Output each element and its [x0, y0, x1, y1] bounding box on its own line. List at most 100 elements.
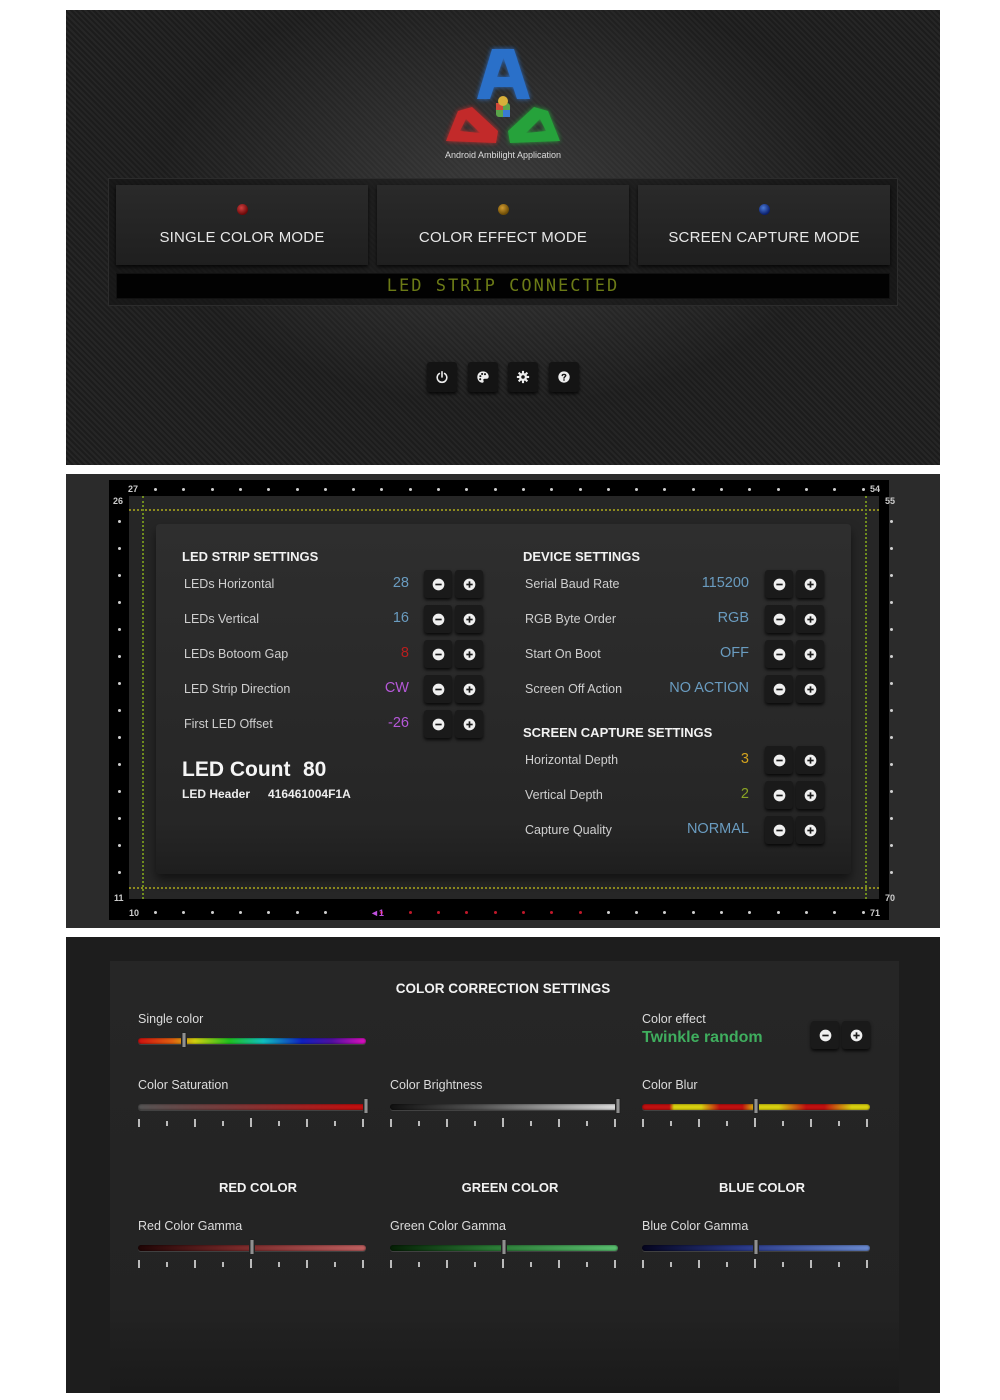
plus-circle-icon [804, 648, 816, 660]
capture-quality-increment-button[interactable] [796, 816, 824, 844]
device-settings-title: DEVICE SETTINGS [523, 549, 641, 564]
minus-circle-icon [432, 718, 444, 730]
serial-baud-rate-increment-button[interactable] [796, 570, 824, 598]
horizontal-depth-increment-button[interactable] [796, 746, 824, 774]
start-on-boot-increment-button[interactable] [796, 640, 824, 668]
leds-vertical-value: 16 [392, 610, 409, 626]
power-button[interactable] [427, 362, 457, 392]
tick-mark [698, 1119, 700, 1127]
leds-horizontal-increment-button[interactable] [455, 570, 483, 598]
blue-color-title: BLUE COLOR [719, 1180, 805, 1195]
red-gamma-slider[interactable] [138, 1239, 366, 1255]
tick-mark [166, 1262, 168, 1267]
capture-guide-top [129, 509, 879, 511]
plus-circle-icon [804, 613, 816, 625]
color-brightness-slider[interactable] [390, 1098, 621, 1114]
tick-mark [222, 1121, 224, 1126]
led-dot [720, 911, 723, 914]
first-led-offset-decrement-button[interactable] [424, 710, 452, 738]
vertical-depth-increment-button[interactable] [796, 781, 824, 809]
tick-mark [362, 1119, 364, 1127]
led-index-label: 10 [129, 908, 140, 918]
serial-baud-rate-decrement-button[interactable] [765, 570, 793, 598]
slider-thumb[interactable] [180, 1032, 187, 1048]
tick-mark [334, 1121, 336, 1126]
color-effect-decrement-button[interactable] [811, 1021, 839, 1049]
leds-botoom-gap-label: LEDs Botoom Gap [184, 647, 289, 661]
led-strip-direction-increment-button[interactable] [455, 675, 483, 703]
tick-mark [754, 1259, 756, 1268]
horizontal-depth-decrement-button[interactable] [765, 746, 793, 774]
led-strip-direction-decrement-button[interactable] [424, 675, 452, 703]
slider-thumb[interactable] [753, 1098, 759, 1114]
leds-horizontal-decrement-button[interactable] [424, 570, 452, 598]
tick-mark [782, 1121, 784, 1126]
minus-circle-icon [773, 824, 785, 836]
start-on-boot-label: Start On Boot [525, 647, 601, 661]
slider-thumb[interactable] [753, 1239, 759, 1255]
plus-circle-icon [804, 578, 816, 590]
led-dot [606, 488, 610, 491]
red-led-indicator [237, 204, 248, 215]
led-dot [118, 709, 121, 712]
tick-mark [614, 1260, 616, 1268]
slider-thumb[interactable] [249, 1239, 255, 1255]
led-dot [691, 911, 695, 914]
tick-mark [502, 1118, 504, 1127]
single-color-slider[interactable] [138, 1032, 366, 1048]
led-strip-direction-value: CW [384, 680, 409, 696]
tick-mark [810, 1260, 812, 1268]
color-effect-mode-button[interactable]: COLOR EFFECT MODE [377, 185, 629, 265]
led-dot [118, 628, 121, 631]
led-dot [118, 790, 121, 793]
vertical-depth-decrement-button[interactable] [765, 781, 793, 809]
color-effect-increment-button[interactable] [842, 1021, 870, 1049]
color-palette-button[interactable] [468, 362, 498, 392]
slider-thumb[interactable] [615, 1098, 621, 1114]
tick-mark [670, 1121, 672, 1126]
leds-vertical-decrement-button[interactable] [424, 605, 452, 633]
mode-label: COLOR EFFECT MODE [418, 229, 588, 246]
screen-capture-mode-button[interactable]: SCREEN CAPTURE MODE [638, 185, 890, 265]
help-button[interactable] [549, 362, 579, 392]
green-gamma-slider[interactable] [390, 1239, 618, 1255]
led-dot [154, 488, 157, 491]
settings-button[interactable] [508, 362, 538, 392]
led-dot [776, 911, 780, 914]
capture-quality-decrement-button[interactable] [765, 816, 793, 844]
rgb-byte-order-decrement-button[interactable] [765, 605, 793, 633]
slider-ticks [642, 1118, 870, 1130]
tick-mark [418, 1262, 420, 1267]
tick-mark [390, 1260, 392, 1268]
blue-gamma-slider[interactable] [642, 1239, 870, 1255]
leds-botoom-gap-increment-button[interactable] [455, 640, 483, 668]
screen-off-action-increment-button[interactable] [796, 675, 824, 703]
leds-vertical-increment-button[interactable] [455, 605, 483, 633]
led-dot [890, 601, 893, 604]
plus-circle-icon [804, 824, 816, 836]
plus-circle-icon [463, 578, 475, 590]
leds-vertical-label: LEDs Vertical [184, 612, 260, 626]
tick-mark [222, 1262, 224, 1267]
led-dot [493, 488, 497, 491]
tick-mark [586, 1262, 588, 1267]
led-dot [890, 871, 893, 874]
tick-mark [502, 1259, 504, 1268]
led-dot [890, 682, 893, 685]
tick-mark [194, 1260, 196, 1268]
single-color-mode-button[interactable]: SINGLE COLOR MODE [116, 185, 368, 265]
power-icon [436, 370, 448, 384]
led-dot [861, 488, 865, 491]
blue-gamma-label: Blue Color Gamma [642, 1219, 749, 1233]
led-index-label: 71 [870, 908, 881, 918]
color-saturation-slider[interactable] [138, 1098, 369, 1114]
screen-off-action-decrement-button[interactable] [765, 675, 793, 703]
slider-thumb[interactable] [363, 1098, 369, 1114]
first-led-offset-increment-button[interactable] [455, 710, 483, 738]
leds-botoom-gap-decrement-button[interactable] [424, 640, 452, 668]
rgb-byte-order-increment-button[interactable] [796, 605, 824, 633]
start-on-boot-decrement-button[interactable] [765, 640, 793, 668]
color-blur-slider[interactable] [642, 1098, 870, 1114]
serial-baud-rate-value: 115200 [701, 575, 749, 591]
slider-thumb[interactable] [501, 1239, 507, 1255]
